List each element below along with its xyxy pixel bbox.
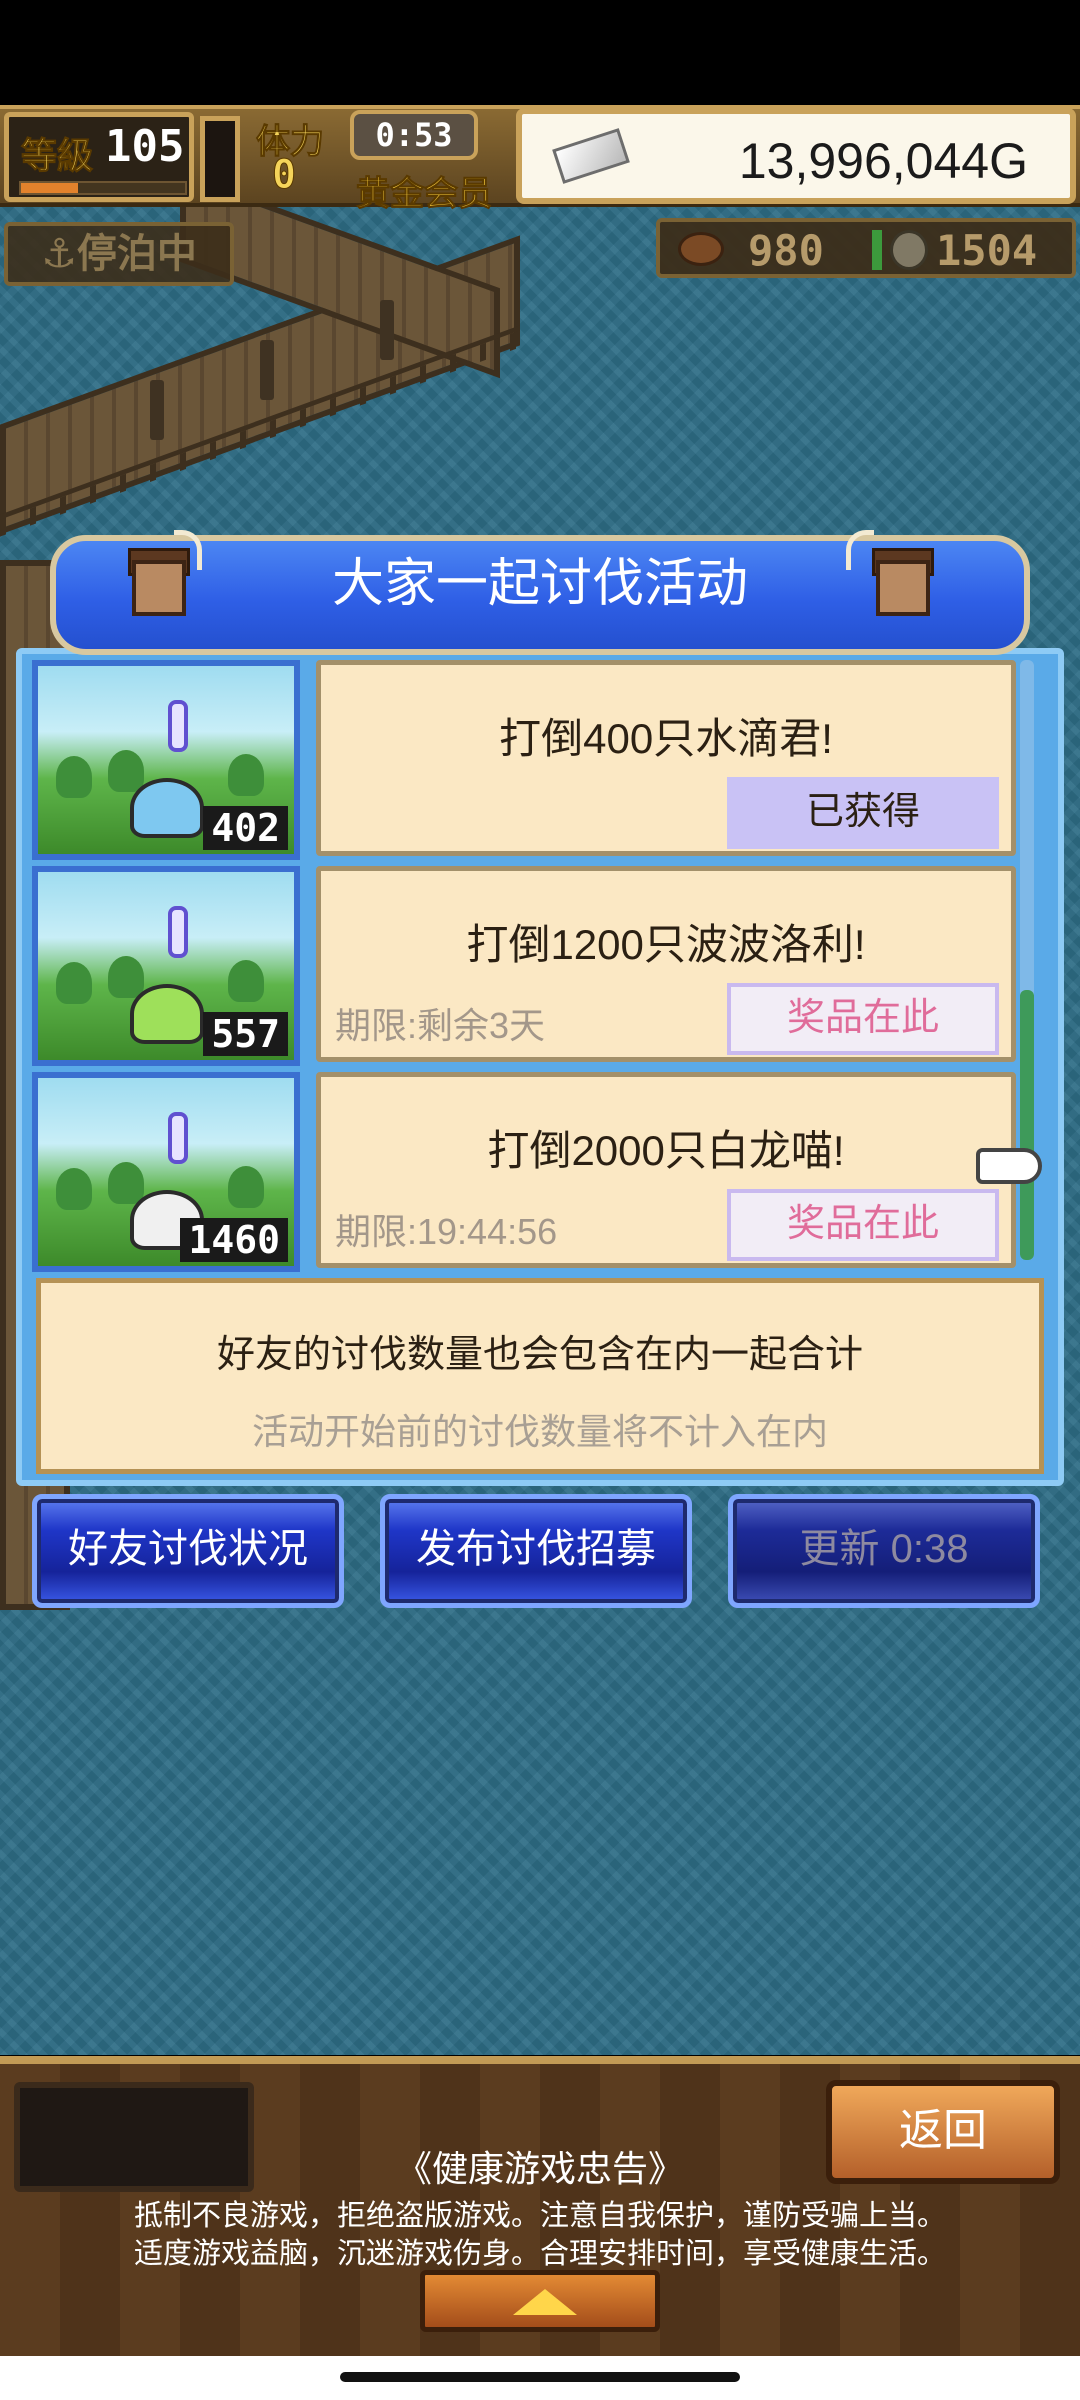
kill-count: 557 [203, 1012, 288, 1056]
food-value: 980 [748, 226, 824, 275]
level-exp-bar [19, 181, 187, 195]
game-screen: 等級 105 体力 0 0:53 黄金会员 13,996,044G ⚓停泊中 9… [0, 0, 1080, 2400]
mission-card: 打倒400只水滴君! 已获得 [316, 660, 1016, 856]
wood-icon [890, 230, 928, 270]
mission-row: 1460 打倒2000只白龙喵! 期限:19:44:56 奖品在此 [16, 1072, 1016, 1272]
stamina-value: 0 [271, 152, 297, 199]
mission-list: 402 打倒400只水滴君! 已获得 557 打倒1200只波波洛利! 期限:剩… [16, 660, 1016, 1272]
mission-thumbnail: 402 [32, 660, 300, 860]
note-sub-text: 活动开始前的讨伐数量将不计入在内 [251, 1411, 828, 1452]
swan-icon [174, 530, 202, 570]
level-value: 105 [105, 121, 185, 172]
tree-icon [228, 754, 264, 796]
mission-deadline: 期限:19:44:56 [335, 1211, 558, 1252]
tree-icon [56, 962, 92, 1004]
health-advice-line: 抵制不良游戏，拒绝盗版游戏。注意自我保护，谨防受骗上当。 [133, 2200, 946, 2232]
mission-title: 打倒2000只白龙喵! [487, 1127, 845, 1174]
pointing-hand-icon [976, 1148, 1042, 1184]
swan-icon [846, 530, 874, 570]
tree-icon [228, 1166, 264, 1208]
monster-icon [130, 984, 204, 1044]
moored-status[interactable]: ⚓停泊中 [4, 222, 234, 286]
tree-icon [108, 750, 144, 792]
stamina-panel[interactable]: 体力 0 [250, 112, 340, 202]
level-panel[interactable]: 等級 105 [4, 112, 194, 202]
resource-separator [872, 230, 882, 270]
monster-icon [130, 778, 204, 838]
mission-card: 打倒2000只白龙喵! 期限:19:44:56 奖品在此 [316, 1072, 1016, 1268]
character-left [112, 530, 202, 640]
scrollbar-thumb[interactable] [1020, 990, 1034, 1260]
resources-panel[interactable]: 980 1504 [656, 218, 1076, 278]
event-note: 好友的讨伐数量也会包含在内一起合计 活动开始前的讨伐数量将不计入在内 [36, 1278, 1044, 1474]
stamina-timer: 0:53 [350, 110, 478, 160]
tree-icon [108, 1162, 144, 1204]
mission-title: 打倒400只水滴君! [499, 715, 833, 762]
silver-bar-icon [552, 128, 630, 184]
anchor-icon: ⚓ [41, 231, 77, 277]
mission-thumbnail: 1460 [32, 1072, 300, 1272]
kill-count: 1460 [180, 1218, 288, 1262]
exclamation-icon [168, 906, 188, 958]
tree-icon [56, 1168, 92, 1210]
moored-status-label: 停泊中 [76, 231, 197, 277]
level-exp-fill [21, 183, 79, 193]
home-indicator-area [0, 2356, 1080, 2400]
home-indicator[interactable] [340, 2372, 740, 2382]
friend-status-button[interactable]: 好友讨伐状况 [32, 1494, 344, 1608]
note-main-text: 好友的讨伐数量也会包含在内一起合计 [216, 1334, 863, 1376]
pier-post [380, 300, 394, 360]
food-icon [678, 232, 724, 266]
reward-button[interactable]: 奖品在此 [727, 1189, 999, 1261]
post-recruit-button[interactable]: 发布讨伐招募 [380, 1494, 692, 1608]
tree-icon [56, 756, 92, 798]
stamina-gauge [200, 116, 240, 202]
arrow-up-icon [513, 2289, 577, 2315]
mission-thumbnail: 557 [32, 866, 300, 1066]
wood-value: 1504 [936, 226, 1038, 275]
mission-deadline: 期限:剩余3天 [335, 1005, 546, 1046]
mission-row: 557 打倒1200只波波洛利! 期限:剩余3天 奖品在此 [16, 866, 1016, 1066]
pier-post [260, 340, 274, 400]
exclamation-icon [168, 700, 188, 752]
mission-card: 打倒1200只波波洛利! 期限:剩余3天 奖品在此 [316, 866, 1016, 1062]
character-right [846, 530, 946, 640]
gold-value: 13,996,044G [738, 133, 1028, 189]
kill-count: 402 [203, 806, 288, 850]
health-advice-title: 《健康游戏忠告》 [395, 2148, 684, 2189]
membership-badge[interactable]: 黄金会员 [356, 166, 493, 215]
gold-panel[interactable]: 13,996,044G [516, 108, 1076, 204]
character-face [876, 560, 930, 616]
level-label: 等級 [20, 136, 94, 178]
tree-icon [108, 956, 144, 998]
reward-claimed-button[interactable]: 已获得 [727, 777, 999, 849]
reward-button[interactable]: 奖品在此 [727, 983, 999, 1055]
tree-icon [228, 960, 264, 1002]
refresh-button[interactable]: 更新 0:38 [728, 1494, 1040, 1608]
exclamation-icon [168, 1112, 188, 1164]
health-advice-line: 适度游戏益脑，沉迷游戏伤身。合理安排时间，享受健康生活。 [133, 2238, 946, 2270]
mission-row: 402 打倒400只水滴君! 已获得 [16, 660, 1016, 860]
expand-menu-button[interactable] [420, 2270, 660, 2332]
pier-post [150, 380, 164, 440]
mission-title: 打倒1200只波波洛利! [466, 921, 866, 968]
